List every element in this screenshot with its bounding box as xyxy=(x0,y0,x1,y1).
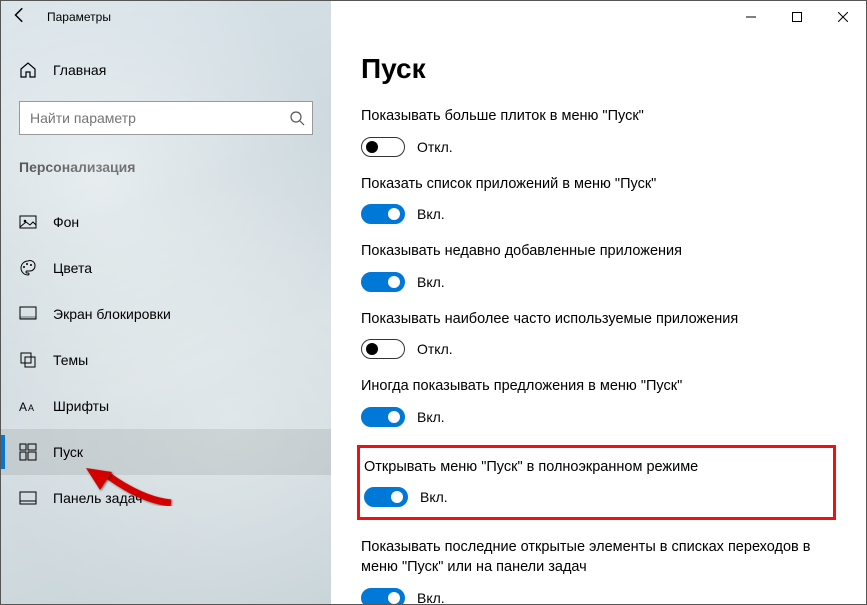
sidebar-item-taskbar[interactable]: Панель задач xyxy=(1,475,331,521)
setting-row: Показывать больше плиток в меню "Пуск" От… xyxy=(361,107,836,157)
setting-row: Показать список приложений в меню "Пуск"… xyxy=(361,175,836,225)
sidebar-item-label: Цвета xyxy=(53,260,92,276)
palette-icon xyxy=(19,259,37,277)
highlighted-setting: Открывать меню "Пуск" в полноэкранном ре… xyxy=(357,445,836,521)
search-icon xyxy=(289,101,305,135)
toggle-switch[interactable] xyxy=(361,588,405,605)
start-icon xyxy=(19,443,37,461)
fonts-icon: AA xyxy=(19,397,37,415)
home-icon xyxy=(19,61,37,79)
toggle-state-label: Вкл. xyxy=(420,489,448,505)
setting-label: Открывать меню "Пуск" в полноэкранном ре… xyxy=(360,458,815,478)
setting-label: Иногда показывать предложения в меню "Пу… xyxy=(361,377,836,397)
titlebar: Параметры xyxy=(1,1,866,33)
toggle-state-label: Вкл. xyxy=(417,206,445,222)
toggle-switch[interactable] xyxy=(364,487,408,507)
lockscreen-icon xyxy=(19,305,37,323)
sidebar-item-label: Экран блокировки xyxy=(53,306,171,322)
toggle-state-label: Вкл. xyxy=(417,274,445,290)
sidebar: Главная Персонализация Фон Цвета Экран б… xyxy=(1,1,331,604)
sidebar-item-start[interactable]: Пуск xyxy=(1,429,331,475)
toggle-switch[interactable] xyxy=(361,204,405,224)
setting-label: Показывать недавно добавленные приложени… xyxy=(361,242,836,262)
sidebar-item-fonts[interactable]: AA Шрифты xyxy=(1,383,331,429)
toggle-switch[interactable] xyxy=(361,339,405,359)
setting-row: Показывать последние открытые элементы в… xyxy=(361,538,836,604)
content-area: Пуск Показывать больше плиток в меню "Пу… xyxy=(331,1,866,604)
sidebar-item-label: Пуск xyxy=(53,444,83,460)
maximize-button[interactable] xyxy=(774,1,820,33)
toggle-switch[interactable] xyxy=(361,137,405,157)
home-nav[interactable]: Главная xyxy=(1,47,331,93)
sidebar-item-label: Шрифты xyxy=(53,398,109,414)
toggle-state-label: Вкл. xyxy=(417,409,445,425)
sidebar-item-label: Фон xyxy=(53,214,79,230)
sidebar-item-colors[interactable]: Цвета xyxy=(1,245,331,291)
toggle-state-label: Откл. xyxy=(417,341,453,357)
sidebar-item-label: Панель задач xyxy=(53,490,142,506)
home-label: Главная xyxy=(53,62,106,78)
sidebar-item-themes[interactable]: Темы xyxy=(1,337,331,383)
toggle-state-label: Вкл. xyxy=(417,590,445,605)
sidebar-item-background[interactable]: Фон xyxy=(1,199,331,245)
section-title: Персонализация xyxy=(1,149,331,185)
close-button[interactable] xyxy=(820,1,866,33)
back-button[interactable] xyxy=(11,6,29,29)
toggle-switch[interactable] xyxy=(361,407,405,427)
toggle-state-label: Откл. xyxy=(417,139,453,155)
setting-row: Иногда показывать предложения в меню "Пу… xyxy=(361,377,836,427)
sidebar-item-lockscreen[interactable]: Экран блокировки xyxy=(1,291,331,337)
picture-icon xyxy=(19,213,37,231)
svg-text:A: A xyxy=(19,400,27,414)
svg-text:A: A xyxy=(28,403,34,413)
taskbar-icon xyxy=(19,489,37,507)
setting-row: Показывать недавно добавленные приложени… xyxy=(361,242,836,292)
setting-label: Показывать последние открытые элементы в… xyxy=(361,538,836,577)
setting-label: Показывать больше плиток в меню "Пуск" xyxy=(361,107,836,127)
sidebar-item-label: Темы xyxy=(53,352,88,368)
setting-label: Показывать наиболее часто используемые п… xyxy=(361,310,836,330)
setting-row: Показывать наиболее часто используемые п… xyxy=(361,310,836,360)
page-heading: Пуск xyxy=(361,53,836,85)
search-input[interactable] xyxy=(19,101,313,135)
minimize-button[interactable] xyxy=(728,1,774,33)
window-title: Параметры xyxy=(47,10,111,24)
toggle-switch[interactable] xyxy=(361,272,405,292)
setting-label: Показать список приложений в меню "Пуск" xyxy=(361,175,836,195)
themes-icon xyxy=(19,351,37,369)
